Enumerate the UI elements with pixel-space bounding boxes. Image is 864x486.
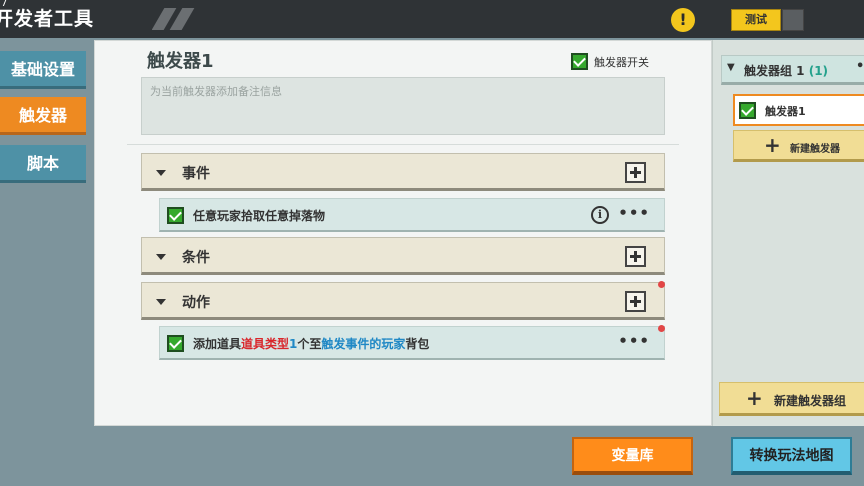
collapse-arrow-icon[interactable] [156, 170, 166, 176]
info-icon[interactable]: i [591, 206, 609, 224]
trigger-switch-label: 触发器开关 [594, 55, 649, 69]
collapse-arrow-icon[interactable] [156, 254, 166, 260]
add-condition-button[interactable] [625, 246, 646, 267]
nav-triggers[interactable]: 触发器 [0, 97, 86, 135]
trigger-editor-panel: 触发器1 触发器开关 为当前触发器添加备注信息 事件 任意玩家拾取任意掉落物 i… [94, 40, 712, 426]
action-section-header[interactable]: 动作 [141, 282, 665, 320]
test-toggle[interactable] [782, 9, 804, 31]
trigger-group-count: (1) [808, 64, 829, 78]
collapse-arrow-icon[interactable] [156, 299, 166, 305]
new-trigger-group-label: 新建触发器组 [774, 394, 847, 408]
action-row[interactable]: 添加道具道具类型1个至触发事件的玩家背包 ••• [159, 326, 665, 360]
condition-section-label: 条件 [182, 250, 210, 266]
nav-script[interactable]: 脚本 [0, 145, 86, 183]
notification-dot [658, 325, 665, 332]
trigger-item-checkbox[interactable] [739, 102, 756, 119]
variables-button[interactable]: 变量库 [572, 437, 693, 475]
new-trigger-group-button[interactable]: + 新建触发器组 [719, 382, 864, 416]
event-row-checkbox[interactable] [167, 207, 184, 224]
new-trigger-label: 新建触发器 [790, 144, 840, 155]
event-row-text: 任意玩家拾取任意掉落物 [193, 209, 326, 223]
action-row-checkbox[interactable] [167, 335, 184, 352]
trigger-group-header[interactable]: ▼ 触发器组 1 (1) ••• [721, 55, 864, 85]
top-bar: 7 开发者工具 ! 测试 [0, 0, 864, 38]
notification-dot [658, 281, 665, 288]
target-player-param[interactable]: 触发事件的玩家 [321, 337, 405, 351]
plus-icon: + [764, 133, 781, 157]
trigger-note-input[interactable]: 为当前触发器添加备注信息 [141, 77, 665, 135]
action-section-label: 动作 [182, 295, 210, 311]
action-suffix: 背包 [405, 337, 430, 351]
trigger-list-panel: ▼ 触发器组 1 (1) ••• 触发器1 - + 新建触发器 + 新建触发器组 [712, 40, 864, 426]
warning-icon[interactable]: ! [671, 8, 695, 32]
action-row-text: 添加道具道具类型1个至触发事件的玩家背包 [193, 335, 429, 352]
test-button[interactable]: 测试 [731, 9, 781, 31]
item-type-param[interactable]: 道具类型 [241, 337, 289, 351]
chevron-down-icon[interactable]: ▼ [727, 62, 735, 73]
plus-icon: + [746, 386, 763, 410]
trigger-switch-checkbox[interactable] [571, 53, 588, 70]
convert-map-button[interactable]: 转换玩法地图 [731, 437, 852, 475]
more-options-icon[interactable]: ••• [618, 204, 650, 222]
more-options-icon[interactable]: ••• [618, 332, 650, 350]
condition-section-header[interactable]: 条件 [141, 237, 665, 275]
event-section-label: 事件 [182, 166, 210, 182]
trigger-list-item[interactable]: 触发器1 - [733, 94, 864, 126]
event-row[interactable]: 任意玩家拾取任意掉落物 i ••• [159, 198, 665, 232]
trigger-title: 触发器1 [147, 51, 214, 72]
action-prefix: 添加道具 [193, 337, 242, 351]
test-control: 测试 [731, 9, 804, 31]
nav-basic-settings[interactable]: 基础设置 [0, 51, 86, 89]
trigger-group-name: 触发器组 1 (1) [744, 64, 829, 78]
trigger-switch[interactable]: 触发器开关 [571, 51, 649, 70]
more-options-icon[interactable]: ••• [856, 59, 864, 74]
event-section-header[interactable]: 事件 [141, 153, 665, 191]
action-middle: 个至 [297, 337, 322, 351]
add-action-button[interactable] [625, 291, 646, 312]
app-title: 开发者工具 [0, 8, 95, 30]
new-trigger-button[interactable]: + 新建触发器 [733, 130, 864, 162]
add-event-button[interactable] [625, 162, 646, 183]
stripes-decoration [152, 8, 196, 30]
trigger-item-name: 触发器1 [765, 105, 806, 118]
divider [127, 144, 679, 145]
